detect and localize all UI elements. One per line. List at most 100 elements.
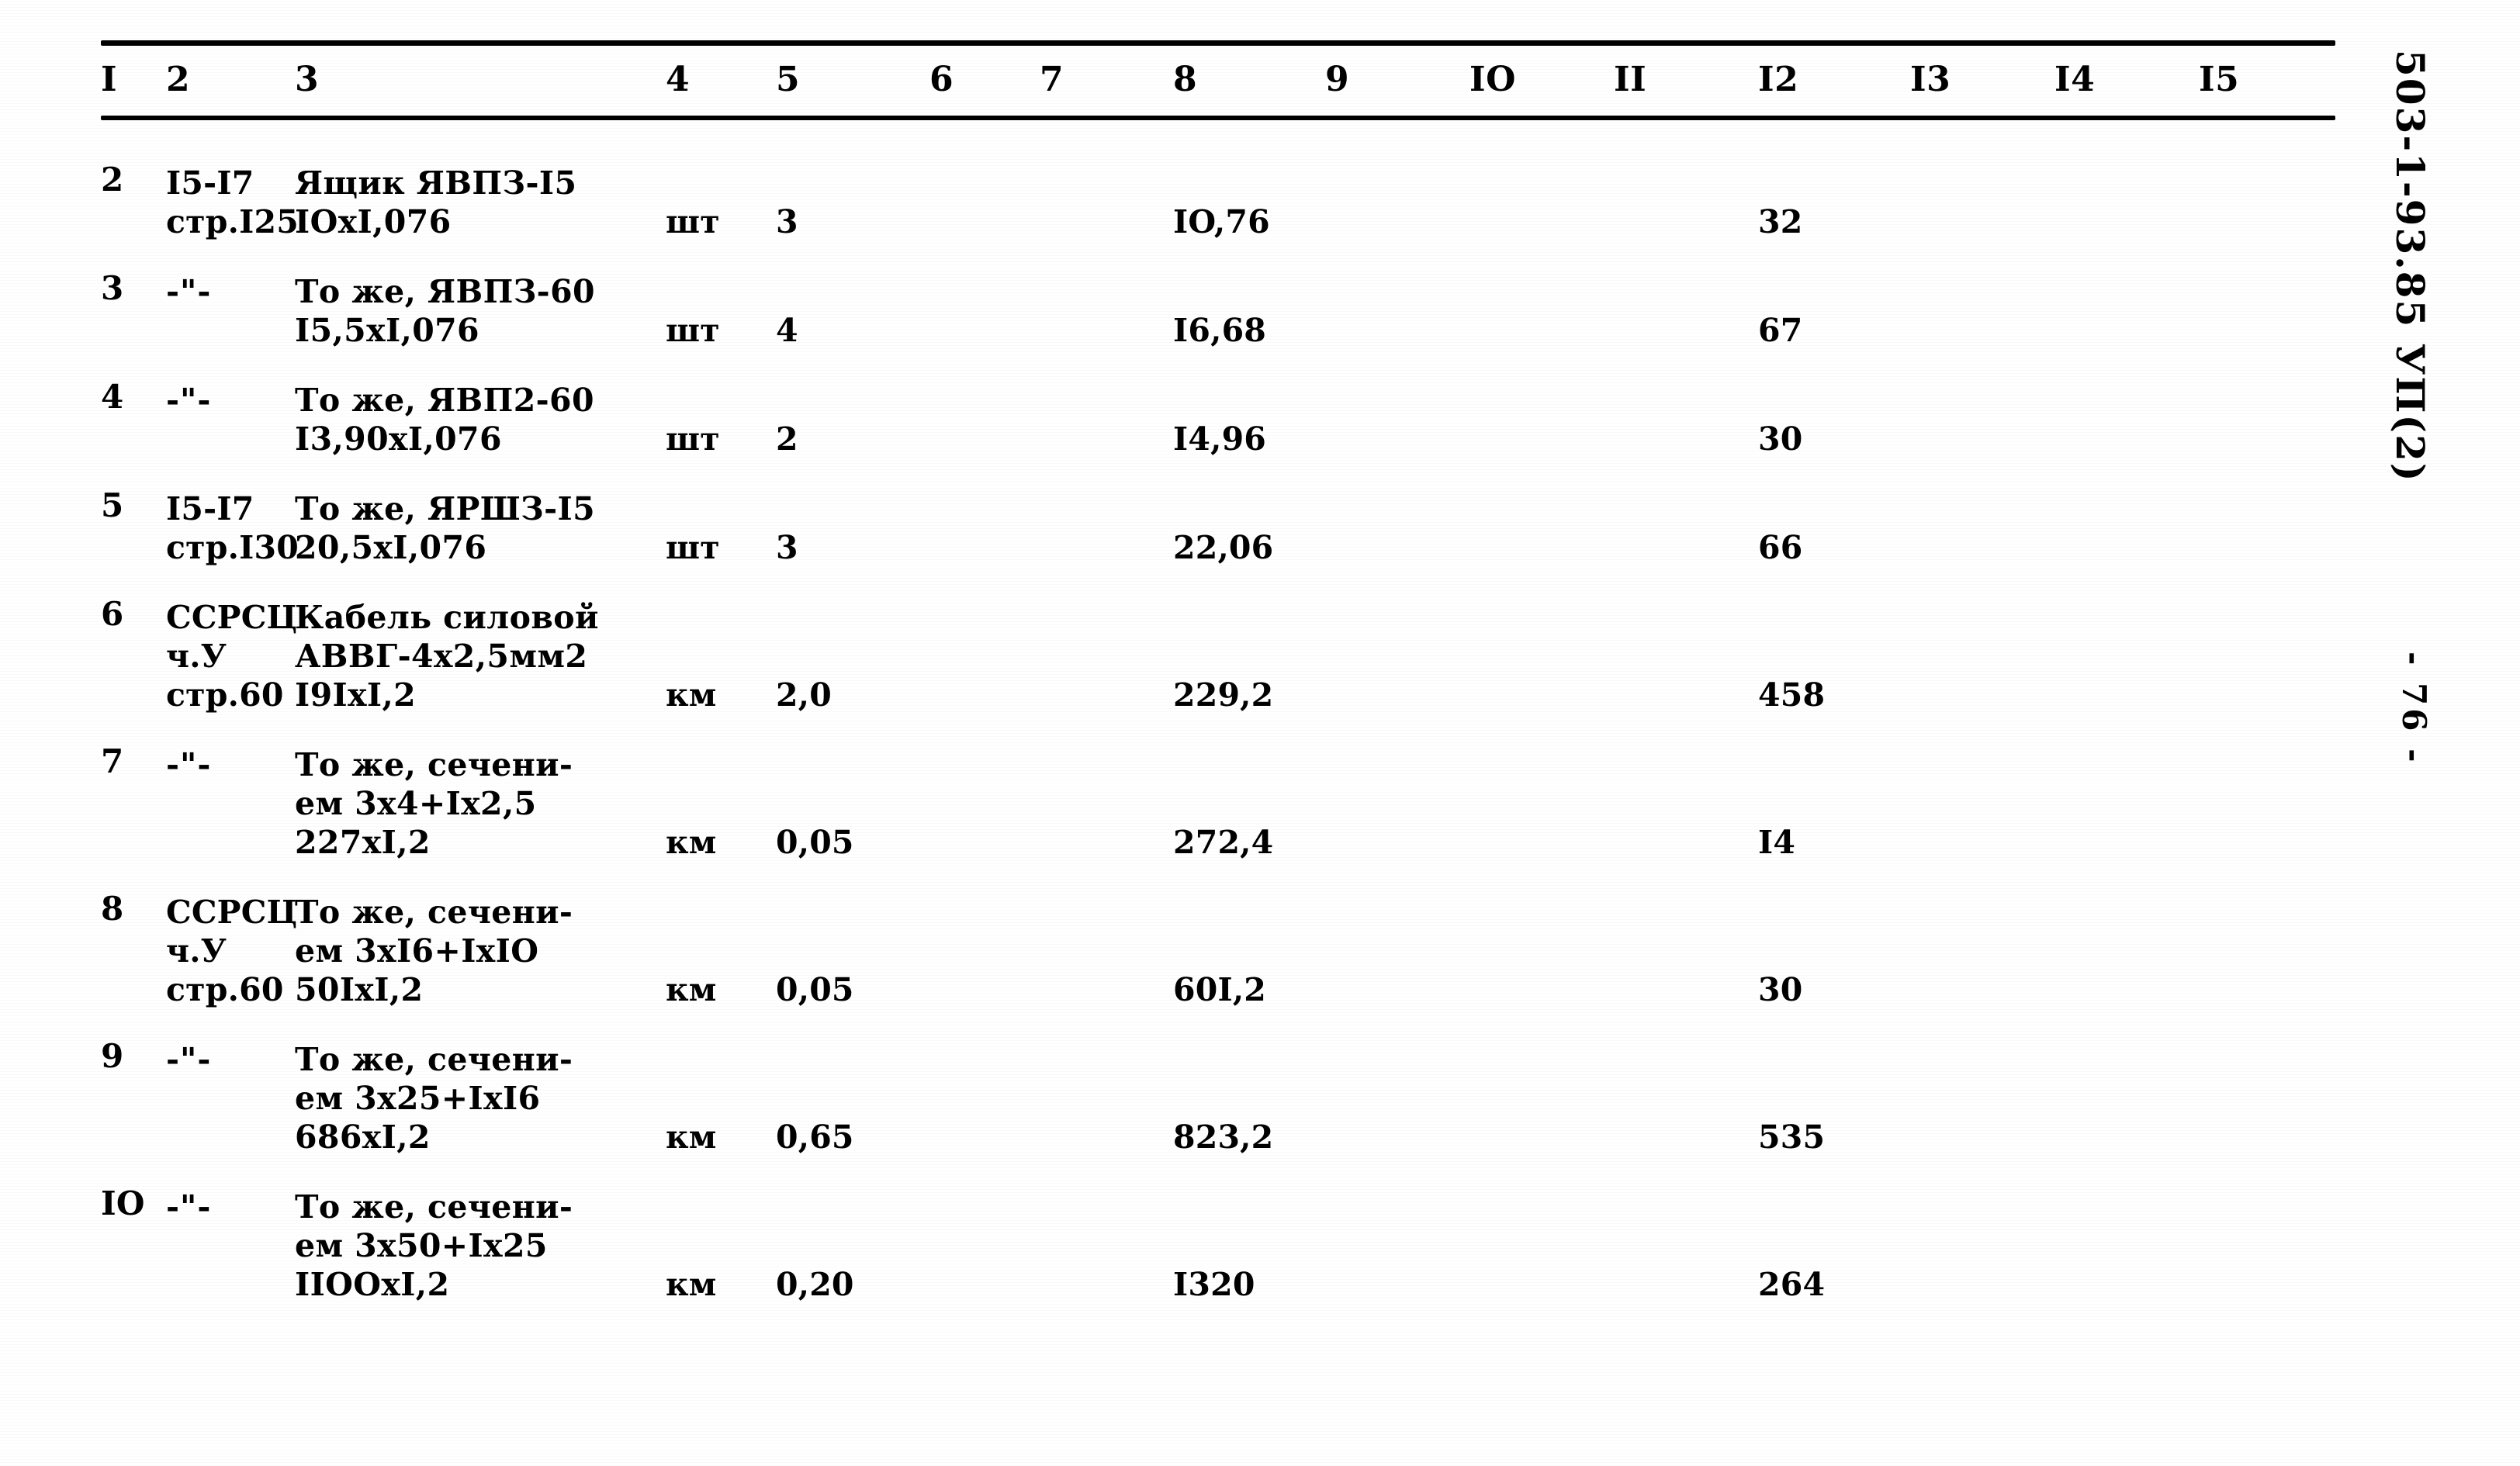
row-column-14: 0	[2054, 469, 2199, 567]
row-unit: 00км	[666, 873, 776, 1009]
row-description-line: Кабель силовой	[295, 599, 599, 637]
row-column-13: 00	[1910, 1167, 2054, 1304]
column-number-4: 4	[666, 60, 691, 99]
row-quantity-value: 3	[776, 529, 798, 567]
row-source-reference-line: ССРСЦ	[166, 599, 298, 637]
row-description: Ящик ЯВПЗ-I5 IOxI,076	[295, 143, 666, 241]
column-number-6: 6	[929, 60, 954, 99]
column-number-2: 2	[166, 60, 191, 99]
row-gap-cell	[101, 350, 2335, 361]
row-column-6: 00	[929, 1167, 1040, 1304]
row-position-number: 4	[101, 378, 124, 417]
table-row: 4-"-То же, ЯВП2-60I3,90xI,0760шт02000I4,…	[101, 361, 2335, 458]
row-description-line: То же, сечени-	[295, 1041, 573, 1079]
row-column-14: 00	[2054, 1020, 2199, 1157]
row-unit: 00км	[666, 725, 776, 862]
row-column-10: 00	[1469, 1167, 1614, 1304]
row-column-14: 0	[2054, 143, 2199, 241]
row-source-reference-line: стр.I30	[166, 529, 299, 567]
row-unit-price: 0IO,76	[1173, 143, 1325, 241]
row-position-number: 2	[101, 161, 124, 199]
row-position-number: 5	[101, 486, 124, 525]
row-unit-value: км	[666, 824, 717, 862]
row-column-11: 00	[1614, 1020, 1758, 1157]
row-unit-price-value: 272,4	[1173, 824, 1274, 862]
row-position-number: 7	[101, 742, 124, 781]
row-unit: 0шт	[666, 143, 776, 241]
row-column-11: 0	[1614, 143, 1758, 241]
row-total-cost: 0030	[1758, 873, 1910, 1009]
row-position-number: 9	[101, 1037, 124, 1076]
row-column-9: 00	[1325, 578, 1469, 714]
row-position-number: IO	[101, 1184, 145, 1223]
row-quantity: 03	[776, 143, 929, 241]
row-description-line: IIOOxI,2	[295, 1266, 450, 1304]
row-column-13: 00	[1910, 873, 2054, 1009]
row-total-cost-value: 458	[1758, 676, 1826, 714]
row-gap-cell	[101, 714, 2335, 725]
row-column-10: 00	[1469, 578, 1614, 714]
row-unit-price-value: 22,06	[1173, 529, 1274, 567]
row-total-cost: 00535	[1758, 1020, 1910, 1157]
column-number-row: I 2 3 4 5 6 7 8 9 IO II I2 I3 I4 I5	[101, 46, 2335, 116]
table-row: 3-"-То же, ЯВПЗ-60I5,5xI,0760шт04000I6,6…	[101, 252, 2335, 350]
row-unit-price: 00229,2	[1173, 578, 1325, 714]
row-column-10: 0	[1469, 469, 1614, 567]
row-gap-cell	[101, 241, 2335, 252]
row-column-10: 0	[1469, 143, 1614, 241]
row-description: То же, ЯВП2-60 I3,90xI,076	[295, 361, 666, 458]
row-source-reference-line: -"-	[166, 382, 212, 420]
row-column-6: 0	[929, 469, 1040, 567]
row-unit-price-value: I320	[1173, 1266, 1255, 1304]
row-unit-price: 0I4,96	[1173, 361, 1325, 458]
row-column-7: 0	[1040, 469, 1173, 567]
row-unit-value: км	[666, 1119, 717, 1157]
row-gap	[101, 458, 2335, 469]
table-row: 6 ССРСЦ ч.У стр.60 Кабель силовой АВВГ-4х2,5м…	[101, 578, 2335, 714]
row-column-15: 00	[2199, 1167, 2335, 1304]
row-source-reference-line: -"-	[166, 1188, 212, 1226]
row-total-cost-value: I4	[1758, 824, 1796, 862]
row-column-14: 00	[2054, 873, 2199, 1009]
row-column-13: 0	[1910, 361, 2054, 458]
row-source-reference: -"-	[166, 1167, 295, 1304]
row-quantity-value: 2	[776, 420, 798, 458]
row-unit: 0шт	[666, 252, 776, 350]
row-description-line: То же, сечени-	[295, 1188, 573, 1226]
row-unit-value: шт	[666, 529, 720, 567]
row-column-11: 00	[1614, 578, 1758, 714]
row-description-line: Ящик ЯВПЗ-I5	[295, 164, 577, 202]
row-description-line: То же, ЯРШЗ-I5	[295, 490, 596, 528]
row-description-line: ем 3х50+Iх25	[295, 1227, 548, 1265]
row-column-10: 0	[1469, 361, 1614, 458]
column-number-1: I	[101, 60, 118, 99]
row-column-13: 00	[1910, 578, 2054, 714]
column-number-9: 9	[1325, 60, 1350, 99]
row-source-reference-line: стр.60	[166, 971, 284, 1009]
row-quantity: 000,05	[776, 873, 929, 1009]
row-column-13: 0	[1910, 143, 2054, 241]
row-total-cost-value: 30	[1758, 971, 1803, 1009]
row-source-reference: -"-	[166, 1020, 295, 1157]
row-description-line: 20,5xI,076	[295, 529, 487, 567]
row-description-line: ем 3хI6+IхIO	[295, 932, 539, 970]
row-total-cost-value: 67	[1758, 312, 1803, 350]
row-description: То же, сечени-ем 3х25+IхI6 686хI,2	[295, 1020, 666, 1157]
row-column-15: 00	[2199, 1020, 2335, 1157]
row-quantity-value: 0,65	[776, 1119, 854, 1157]
page-number-margin: - 76 -	[2395, 652, 2433, 766]
document-code-margin: 503-1-93.85 УП(2)	[2387, 50, 2433, 483]
column-number-10: IO	[1469, 60, 1516, 99]
row-position-number: 8	[101, 890, 124, 928]
row-description-line: То же, ЯВП2-60	[295, 382, 594, 420]
row-column-9: 0	[1325, 469, 1469, 567]
row-column-9: 00	[1325, 1020, 1469, 1157]
row-unit-price-value: 60I,2	[1173, 971, 1267, 1009]
row-quantity: 04	[776, 252, 929, 350]
row-description-line: То же, сечени-	[295, 894, 573, 932]
row-gap	[101, 862, 2335, 873]
row-total-cost-value: 66	[1758, 529, 1803, 567]
specification-table: I 2 3 4 5 6 7 8 9 IO II I2 I3 I4 I5 2 I5-I7 стр.I25 Ящик Я…	[101, 46, 2335, 1315]
row-description-line: ем 3х4+Iх2,5	[295, 785, 537, 823]
row-source-reference: I5-I7 стр.I30	[166, 469, 299, 567]
